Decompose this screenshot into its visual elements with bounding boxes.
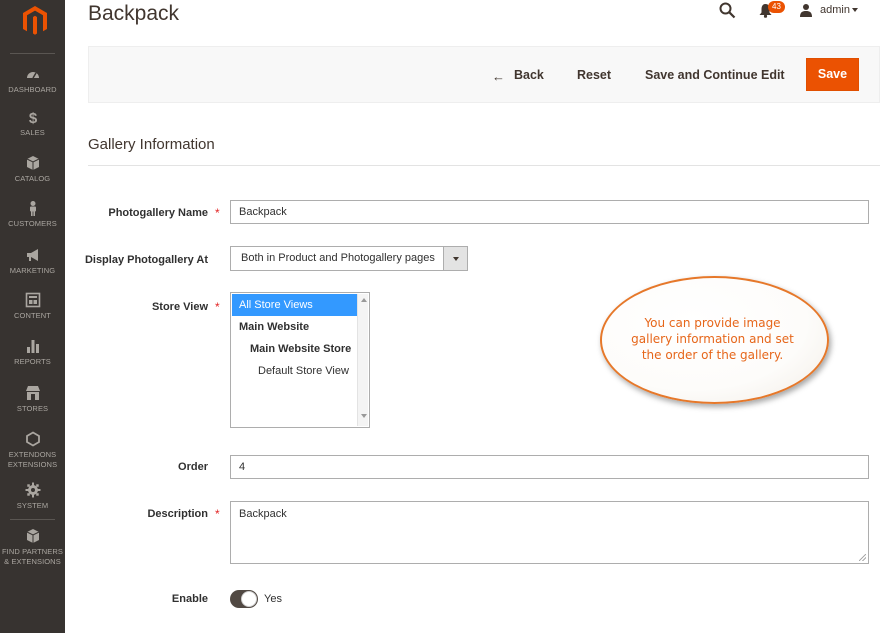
display-at-label: Display Photogallery At (84, 254, 208, 266)
sidebar-item-label: STORES (16, 404, 49, 413)
admin-sidebar: DASHBOARD $ SALES CATALOG CUSTOMERS MARK… (0, 0, 65, 633)
sidebar-item-catalog[interactable]: CATALOG (0, 155, 65, 184)
svg-text:$: $ (28, 110, 37, 125)
store-option-default-view[interactable]: Default Store View (232, 360, 357, 382)
resize-handle-icon[interactable] (859, 554, 866, 561)
logo-divider (10, 53, 55, 54)
sidebar-item-label: EXTENDONS (8, 450, 57, 459)
sidebar-item-label-line2: & EXTENSIONS (4, 557, 61, 566)
box-icon (26, 529, 39, 543)
user-icon[interactable] (799, 3, 813, 17)
sidebar-item-dashboard[interactable]: DASHBOARD (0, 66, 65, 95)
scroll-down-icon[interactable] (361, 414, 367, 418)
section-title[interactable]: Gallery Information (88, 136, 215, 153)
multiselect-scrollbar[interactable] (357, 294, 368, 426)
photogallery-name-input[interactable]: Backpack (230, 200, 869, 224)
arrow-left-icon[interactable]: ← (492, 69, 505, 84)
sidebar-item-find-partners[interactable]: FIND PARTNERS & EXTENSIONS (0, 528, 65, 567)
store-view-multiselect[interactable]: All Store Views Main Website Main Websit… (230, 292, 370, 428)
store-option-all[interactable]: All Store Views (232, 294, 357, 316)
sidebar-item-label: DASHBOARD (8, 85, 57, 94)
scroll-up-icon[interactable] (361, 298, 367, 302)
order-label: Order (178, 461, 208, 473)
required-marker: * (215, 206, 220, 220)
page-title: Backpack (88, 2, 180, 25)
search-icon[interactable] (719, 2, 736, 19)
save-button[interactable]: Save (806, 58, 859, 91)
callout-text: You can provide image gallery informatio… (631, 316, 794, 362)
required-marker: * (215, 300, 220, 314)
hexagon-icon (25, 431, 40, 447)
toggle-knob (241, 591, 257, 607)
section-divider (88, 165, 880, 166)
sidebar-item-stores[interactable]: STORES (0, 385, 65, 414)
sidebar-item-label: REPORTS (14, 357, 51, 366)
sidebar-item-label: CATALOG (14, 174, 51, 183)
chevron-down-icon[interactable] (852, 8, 858, 12)
store-option-main-website[interactable]: Main Website (232, 316, 357, 338)
description-textarea[interactable]: Backpack (230, 501, 869, 564)
back-button[interactable]: Back (514, 68, 544, 82)
store-option-main-website-store[interactable]: Main Website Store (232, 338, 357, 360)
bar-chart-icon (26, 340, 39, 353)
sidebar-item-label: SALES (20, 128, 45, 137)
enable-toggle[interactable] (230, 590, 258, 608)
gear-icon (25, 482, 40, 498)
order-input[interactable]: 4 (230, 455, 869, 479)
photogallery-name-label: Photogallery Name (108, 207, 208, 219)
chevron-down-icon (453, 257, 459, 261)
sidebar-item-system[interactable]: SYSTEM (0, 482, 65, 511)
enable-value: Yes (264, 593, 282, 605)
required-marker: * (215, 507, 220, 521)
page-actions-bar: ← Back Reset Save and Continue Edit Save (88, 46, 880, 103)
sidebar-item-sales[interactable]: $ SALES (0, 109, 65, 138)
save-and-continue-button[interactable]: Save and Continue Edit (645, 68, 785, 82)
description-label: Description (147, 508, 208, 520)
select-toggle[interactable] (443, 247, 467, 270)
display-at-value: Both in Product and Photogallery pages (241, 252, 435, 264)
display-at-select[interactable]: Both in Product and Photogallery pages (230, 246, 468, 271)
dashboard-icon (26, 72, 39, 79)
sidebar-item-label: MARKETING (9, 266, 56, 275)
cube-icon (26, 156, 39, 170)
magento-logo-icon[interactable] (23, 6, 47, 36)
dollar-icon: $ (28, 110, 37, 125)
sidebar-item-label: CUSTOMERS (8, 219, 57, 228)
store-icon (25, 386, 40, 400)
reset-button[interactable]: Reset (577, 68, 611, 82)
description-value: Backpack (239, 508, 287, 520)
enable-label: Enable (171, 593, 208, 605)
store-view-label: Store View (151, 301, 208, 313)
user-menu[interactable]: admin (820, 4, 850, 16)
sidebar-item-reports[interactable]: REPORTS (0, 338, 65, 367)
notification-badge[interactable]: 43 (768, 1, 785, 13)
sidebar-item-label: FIND PARTNERS (1, 547, 64, 556)
